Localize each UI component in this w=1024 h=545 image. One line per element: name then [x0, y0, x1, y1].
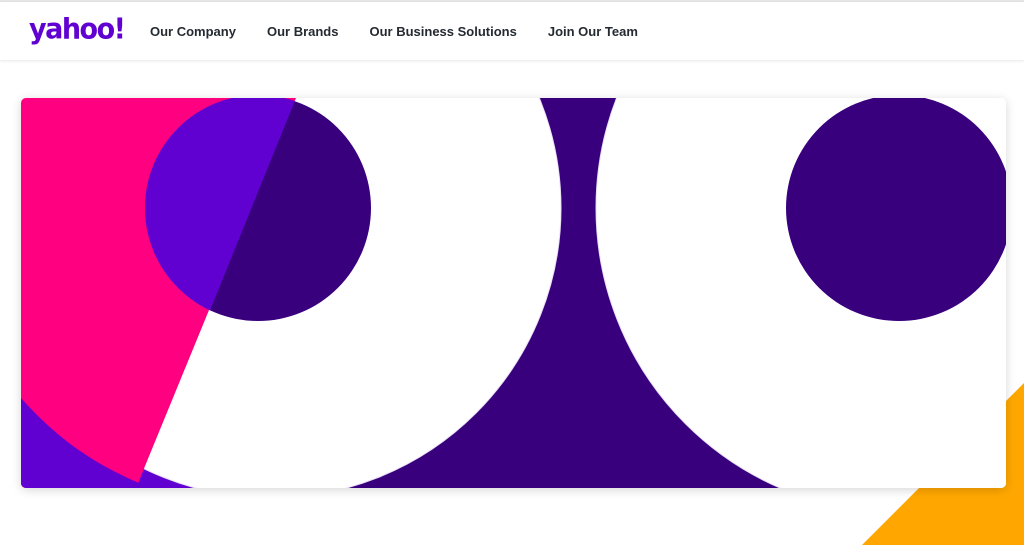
- site-header: yahoo! Our Company Our Brands Our Busine…: [0, 2, 1024, 60]
- hero-graphic: [21, 98, 1006, 488]
- nav-our-brands[interactable]: Our Brands: [267, 24, 339, 39]
- hero-banner: [21, 98, 1006, 488]
- nav-join-our-team[interactable]: Join Our Team: [548, 24, 638, 39]
- yahoo-logo[interactable]: yahoo!: [29, 11, 126, 49]
- main-nav: Our Company Our Brands Our Business Solu…: [150, 2, 669, 60]
- nav-our-business-solutions[interactable]: Our Business Solutions: [369, 24, 516, 39]
- nav-our-company[interactable]: Our Company: [150, 24, 236, 39]
